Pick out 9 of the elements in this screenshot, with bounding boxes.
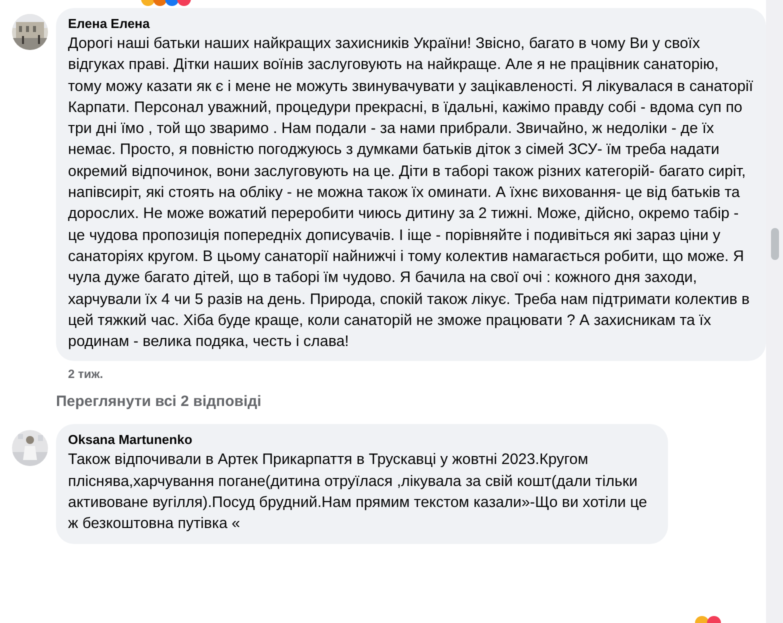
author-name: Елена Елена xyxy=(68,15,150,33)
comment-text: Дорогі наші батьки наших найкращих захисників України! Звісно, багато в чому Ви у своїх відгуках праві. Дітки наших воїнів заслуговують на найкраще. Але я не працівник санаторію, тому можу казати як є і мене не можуть звинувачувати у зацікавлeності. Я лікувалася в санаторії Карпати. Персонал уважний, процедури прекрасні, в їдальні, кажімо правду собі - вдома суп по три дні їмо , той що зваримо . Нам подали - за нами прибрали. Звичайно, ж недоліки - де їх немає. Просто, я повністю погоджуюсь з думками батьків діток з сімей ЗСУ- їм треба надати окремий відпочинок, вони заслуговують на це. Діти в таборі також різних категорій- багато сиріт, напівсиріт, які стоять на обліку - не можна також їх оминати. А їхнє виховання- це від батьків та дорослих. Не може вожатий переробити чиюсь дитину за 2 тижні. Може, дійсно, окремо табір - це чудова пропозиція попередніх дописувачів. І іще - порівняйте і подивіться які зараз ціни у санаторіях кругом. В цьому санаторії найнижчі і тому колектив намагається робити, що може. Я чула дуже багато дітей, що в таборі їм чудово. Я бачила на свої очі : кожного дня заходи, харчували їх 4 чи 5 разів на день. Природа, спокій також лікує. Треба нам підтримати колектив в цей тяжкий час. Хіба буде краще, коли санаторій не зможе працювати ? А захисникам та їх родинам - велика подяка, честь і слава! xyxy=(68,34,754,352)
scrollbar[interactable] xyxy=(766,0,783,623)
reaction-icons[interactable] xyxy=(694,615,724,623)
scroll-thumb[interactable] xyxy=(771,228,779,260)
comment-text: Також відпочивали в Артек Прикарпаття в Трускавці у жовтні 2023.Кругом пліснява,харчування погане(дитина отруїлася ,лікувала за свій кошт(дали тільки активоване вугілля).Посуд брудний.Нам прямим текстом казали»-Що ви хотіли це ж безкоштовна путівка « xyxy=(68,450,648,534)
author-name: Oksana Martunenko xyxy=(68,431,192,450)
view-replies-link[interactable]: Переглянути всі 2 відповіді xyxy=(56,393,262,410)
comment-time: 2 тиж. xyxy=(68,367,104,382)
